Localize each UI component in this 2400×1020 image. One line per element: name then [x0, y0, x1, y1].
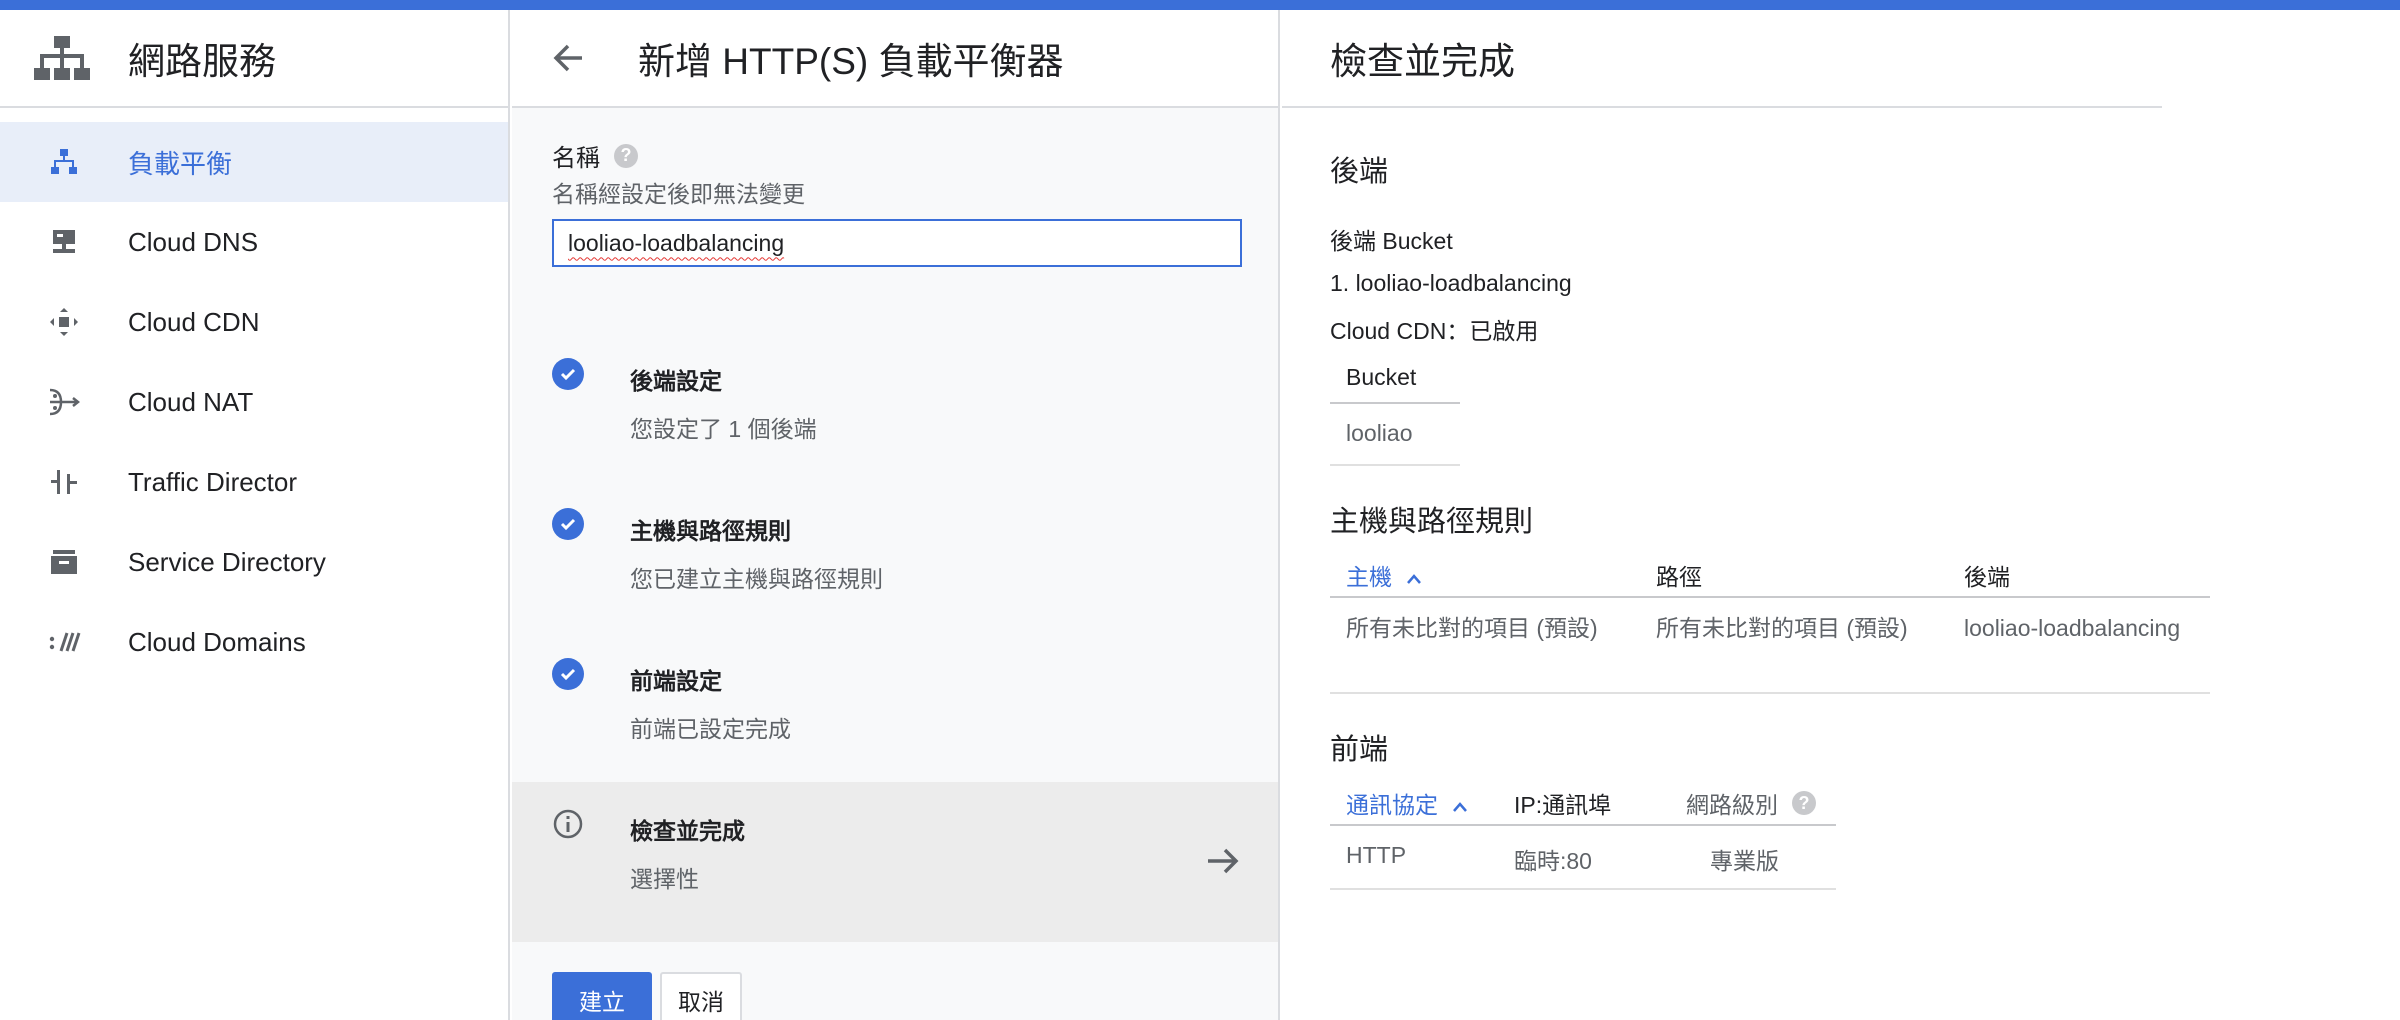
sort-up-icon [1453, 802, 1468, 812]
nav-item-cloud-nat[interactable]: Cloud NAT [0, 362, 508, 442]
name-label-row: 名稱 ? [552, 138, 1252, 173]
frontend-header-protocol[interactable]: 通訊協定 [1346, 786, 1468, 820]
back-arrow-icon[interactable] [548, 38, 588, 78]
rules-cell-backend: looliao-loadbalancing [1964, 615, 2181, 641]
nav-item-cloud-domains[interactable]: Cloud Domains [0, 602, 508, 682]
cancel-button[interactable]: 取消 [660, 972, 742, 1020]
help-icon[interactable]: ? [614, 143, 638, 168]
name-input[interactable]: looliao-loadbalancing [552, 219, 1242, 267]
top-accent-bar [0, 0, 2400, 10]
nav-item-service-directory[interactable]: Service Directory [0, 522, 508, 602]
nav-item-cloud-dns[interactable]: Cloud DNS [0, 202, 508, 282]
review-panel: 檢查並完成 後端 後端 Bucket 1. looliao-loadbalanc… [1282, 10, 2400, 1020]
bucket-table-cell: looliao [1346, 420, 1413, 446]
create-button[interactable]: 建立 [552, 972, 652, 1020]
review-title: 檢查並完成 [1330, 41, 1515, 82]
traffic-director-icon [46, 464, 82, 500]
cdn-status: Cloud CDN：已啟用 [1330, 318, 1539, 344]
nav-item-cloud-cdn[interactable]: Cloud CDN [0, 282, 508, 362]
check-circle-icon [552, 658, 584, 690]
step-subtitle: 選擇性 [630, 866, 699, 892]
step-title: 主機與路徑規則 [630, 518, 791, 544]
step-host-path-rules[interactable]: 主機與路徑規則 您已建立主機與路徑規則 [552, 508, 1240, 594]
divider [1330, 692, 2210, 694]
cdn-icon [46, 304, 82, 340]
mid-header: 新增 HTTP(S) 負載平衡器 [512, 10, 1278, 108]
backend-bucket-label: 後端 Bucket [1330, 228, 1453, 254]
frontend-header-protocol-label: 通訊協定 [1346, 792, 1438, 818]
arrow-right-icon[interactable] [1206, 846, 1240, 876]
sort-up-icon [1407, 574, 1422, 584]
create-load-balancer-panel: 新增 HTTP(S) 負載平衡器 名稱 ? 名稱經設定後即無法變更 loolia… [512, 10, 1280, 1020]
nav-item-label: Traffic Director [128, 466, 298, 497]
frontend-section-title: 前端 [1330, 734, 1389, 766]
rules-cell-path: 所有未比對的項目 (預設) [1656, 615, 1908, 641]
rules-header-backend: 後端 [1964, 564, 2010, 590]
rules-section-title: 主機與路徑規則 [1330, 506, 1534, 538]
divider [1330, 464, 1460, 466]
frontend-header-tier: 網路級別 ? [1686, 786, 1816, 820]
divider [1330, 888, 1836, 890]
nav-list: 負載平衡 Cloud DNS Cloud CDN Cloud NAT Traff… [0, 108, 508, 682]
load-balancing-icon [46, 144, 82, 180]
name-label: 名稱 [552, 145, 600, 172]
step-subtitle: 您設定了 1 個後端 [630, 416, 817, 442]
nat-icon [46, 384, 82, 420]
nav-item-load-balancing[interactable]: 負載平衡 [0, 122, 508, 202]
info-icon [553, 809, 583, 839]
check-circle-icon [552, 358, 584, 390]
step-title: 前端設定 [630, 668, 722, 694]
nav-header: 網路服務 [0, 10, 508, 108]
nav-item-label: Service Directory [128, 546, 326, 577]
step-backend-config[interactable]: 後端設定 您設定了 1 個後端 [552, 358, 1240, 444]
name-input-value: looliao-loadbalancing [568, 229, 785, 256]
page-title: 新增 HTTP(S) 負載平衡器 [638, 41, 1064, 82]
rules-header-host-label: 主機 [1346, 564, 1392, 590]
step-review-finalize[interactable]: 檢查並完成 選擇性 [552, 808, 1240, 894]
dns-icon [46, 224, 82, 260]
backend-section-title: 後端 [1330, 156, 1389, 188]
step-title: 後端設定 [630, 368, 722, 394]
frontend-header-tier-label: 網路級別 [1686, 792, 1778, 818]
nav-item-label: Cloud DNS [128, 226, 259, 257]
divider [1330, 824, 1836, 826]
frontend-cell-tier: 專業版 [1710, 848, 1779, 874]
backend-item: 1. looliao-loadbalancing [1330, 270, 1572, 296]
review-header: 檢查並完成 [1282, 10, 2162, 108]
divider [1330, 402, 1460, 404]
nav-item-label: Cloud Domains [128, 626, 306, 657]
nav-item-label: Cloud CDN [128, 306, 260, 337]
frontend-header-ip-port: IP:通訊埠 [1514, 792, 1612, 818]
step-subtitle: 前端已設定完成 [630, 716, 791, 742]
divider [1330, 596, 2210, 598]
check-circle-icon [552, 508, 584, 540]
frontend-cell-protocol: HTTP [1346, 842, 1407, 868]
rules-header-host[interactable]: 主機 [1346, 558, 1422, 592]
service-directory-icon [46, 544, 82, 580]
rules-cell-host: 所有未比對的項目 (預設) [1346, 615, 1598, 641]
help-icon[interactable]: ? [1792, 791, 1816, 815]
name-field: 名稱 ? 名稱經設定後即無法變更 looliao-loadbalancing [552, 138, 1252, 267]
name-hint: 名稱經設定後即無法變更 [552, 181, 805, 207]
nav-item-label: 負載平衡 [128, 148, 233, 179]
nav-item-label: Cloud NAT [128, 386, 254, 417]
frontend-cell-ip-port: 臨時:80 [1514, 848, 1592, 874]
step-title: 檢查並完成 [630, 818, 745, 844]
left-navigation: 網路服務 負載平衡 Cloud DNS Cloud CDN Cloud NAT [0, 10, 510, 1020]
domains-icon [46, 624, 82, 660]
nav-item-traffic-director[interactable]: Traffic Director [0, 442, 508, 522]
step-subtitle: 您已建立主機與路徑規則 [630, 566, 883, 592]
bucket-table-header: Bucket [1346, 364, 1417, 390]
nav-title: 網路服務 [128, 41, 276, 82]
network-services-logo-icon [34, 36, 90, 80]
step-frontend-config[interactable]: 前端設定 前端已設定完成 [552, 658, 1240, 744]
rules-header-path: 路徑 [1656, 564, 1702, 590]
